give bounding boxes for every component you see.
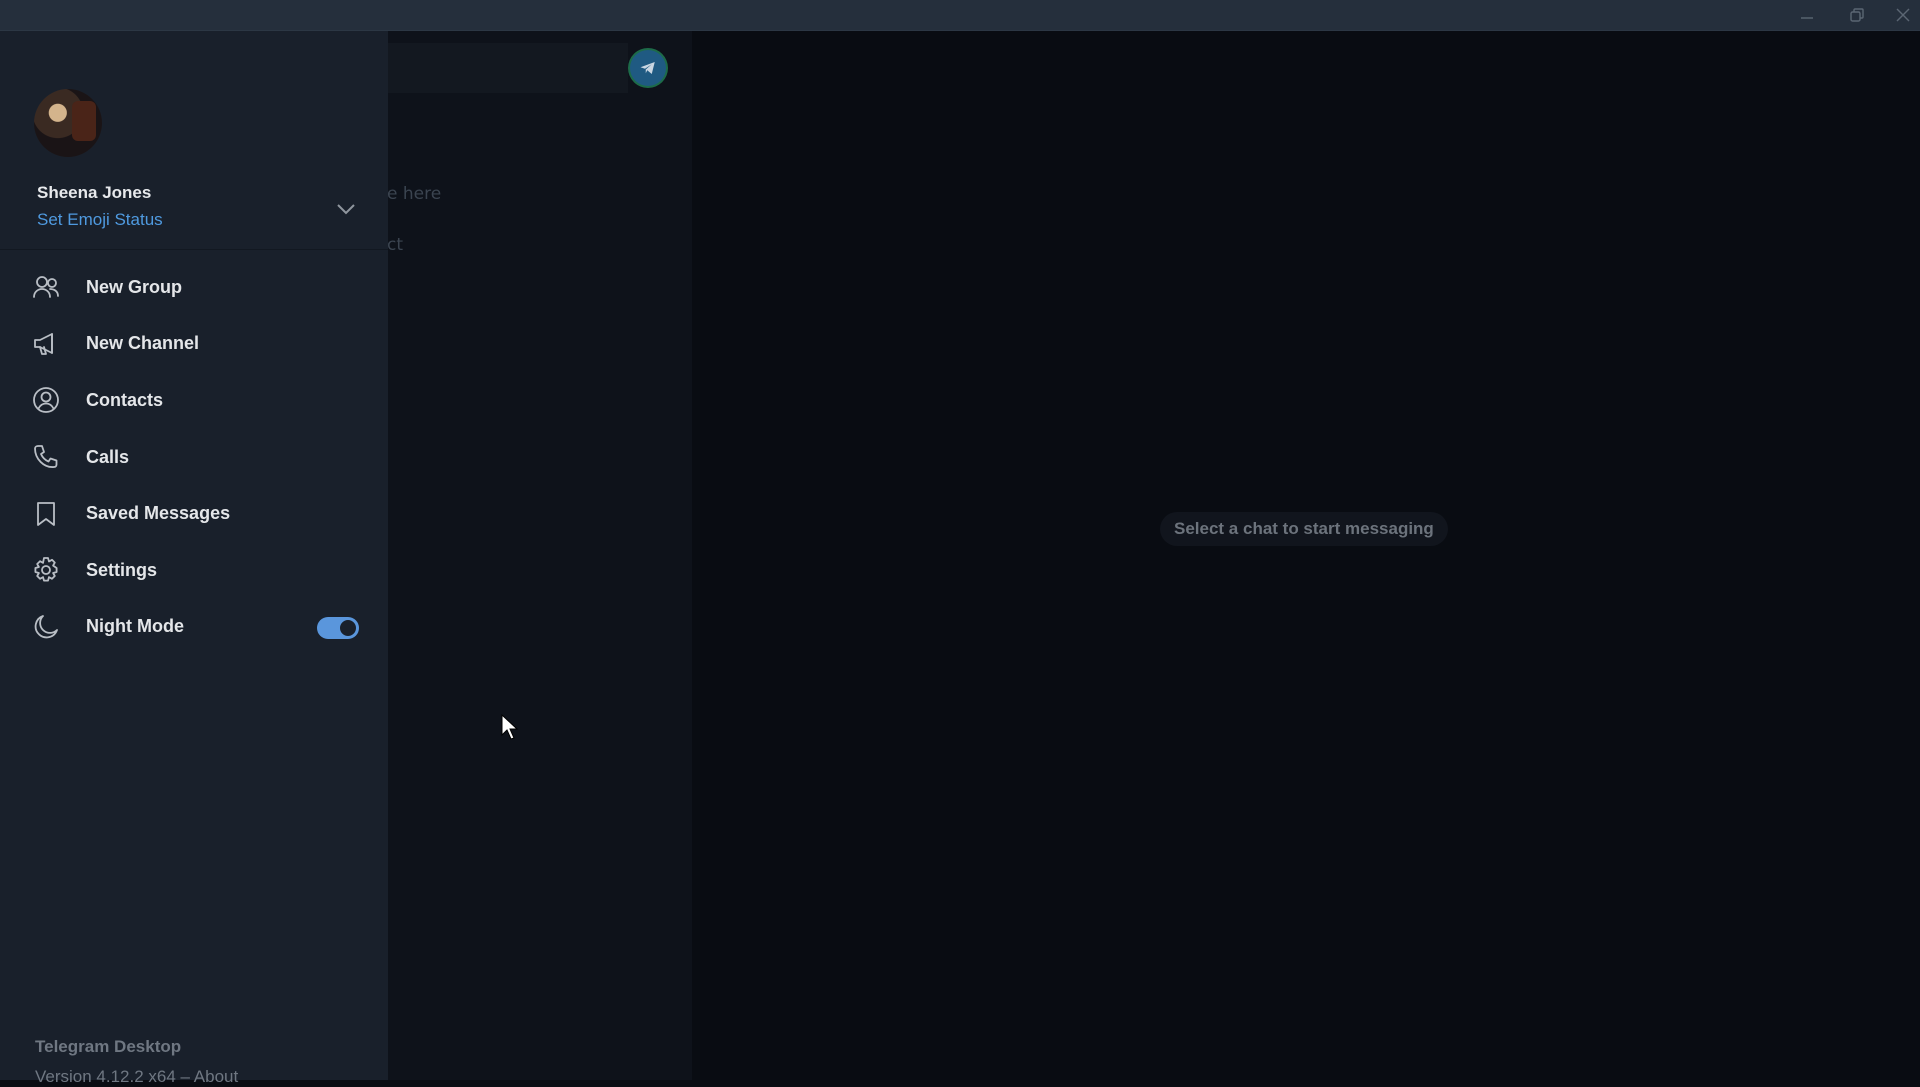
menu-item-label: Contacts: [86, 389, 164, 410]
menu-item-label: New Group: [86, 276, 183, 297]
menu-item-settings[interactable]: Settings: [0, 542, 388, 599]
phone-icon: [34, 445, 58, 468]
profile-name: Sheena Jones: [37, 183, 152, 202]
divider: [0, 249, 388, 250]
menu-item-label: Night Mode: [86, 616, 184, 637]
menu-item-label: Saved Messages: [86, 503, 231, 524]
avatar[interactable]: [34, 89, 102, 157]
minimize-icon: [1801, 17, 1813, 19]
contact-icon: [33, 387, 59, 414]
menu-item-saved-messages[interactable]: Saved Messages: [0, 485, 388, 542]
bookmark-icon: [37, 501, 55, 526]
restore-button[interactable]: [1834, 0, 1880, 30]
menu-item-night-mode[interactable]: Night Mode: [0, 599, 388, 656]
side-menu-drawer: Sheena Jones Set Emoji Status New Group …: [0, 31, 388, 1086]
telegram-plane-icon: [640, 62, 655, 74]
menu-item-calls[interactable]: Calls: [0, 429, 388, 486]
close-icon: [1896, 8, 1910, 22]
night-mode-toggle[interactable]: [317, 616, 359, 639]
side-menu: New Group New Channel Contacts Calls Sav…: [0, 259, 388, 655]
group-icon: [33, 276, 59, 299]
contact-hint-text: ct: [387, 235, 404, 255]
menu-item-new-group[interactable]: New Group: [0, 259, 388, 316]
empty-chat-badge: Select a chat to start messaging: [1160, 512, 1448, 546]
minimize-button[interactable]: [1784, 0, 1830, 30]
moon-icon: [34, 614, 58, 639]
chevron-down-icon[interactable]: [334, 199, 358, 219]
menu-item-new-channel[interactable]: New Channel: [0, 316, 388, 373]
chat-area: [692, 31, 1920, 1080]
menu-item-label: Settings: [86, 559, 158, 580]
mouse-cursor-icon: [501, 713, 519, 740]
search-hint-text: e here: [387, 184, 442, 204]
menu-item-label: New Channel: [86, 333, 200, 354]
telegram-logo-button[interactable]: [630, 50, 666, 86]
search-input[interactable]: [388, 43, 628, 93]
megaphone-icon: [34, 332, 53, 355]
restore-icon: [1850, 8, 1864, 22]
gear-icon: [34, 557, 58, 582]
title-bar: [0, 0, 1920, 31]
set-emoji-status-link[interactable]: Set Emoji Status: [37, 210, 163, 230]
version-about-link[interactable]: Version 4.12.2 x64 – About: [35, 1067, 238, 1087]
close-button[interactable]: [1880, 0, 1920, 30]
menu-item-label: Calls: [86, 446, 130, 467]
app-name: Telegram Desktop: [35, 1037, 182, 1056]
menu-item-contacts[interactable]: Contacts: [0, 372, 388, 429]
